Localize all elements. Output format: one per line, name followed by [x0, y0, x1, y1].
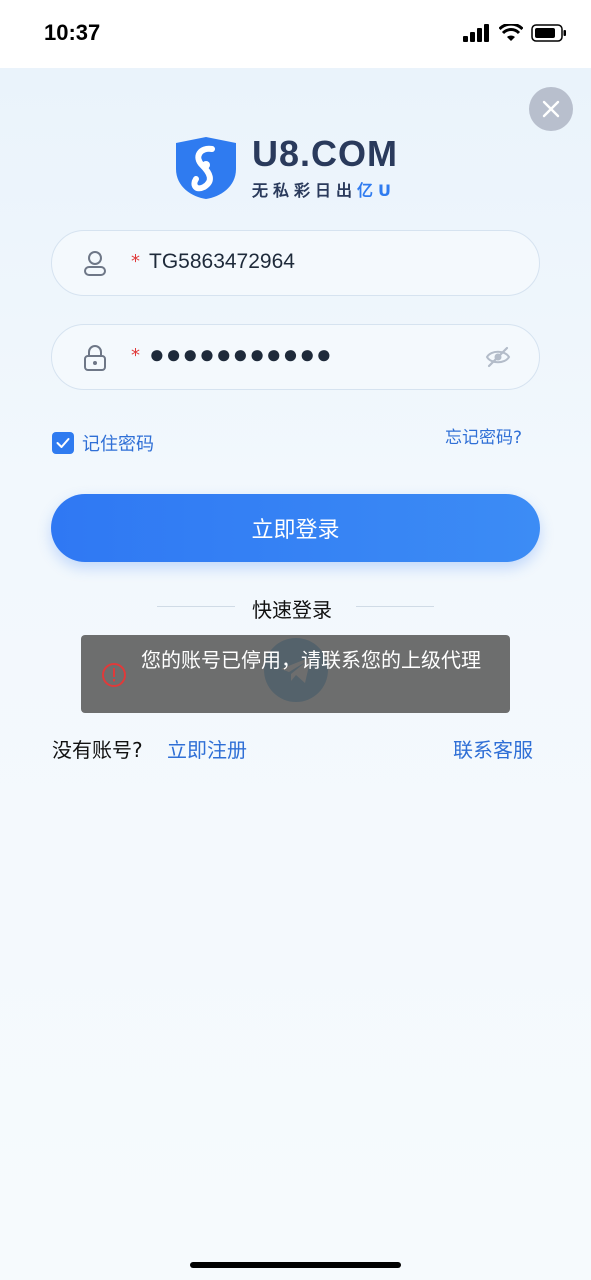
- error-toast: 您的账号已停用，请联系您的上级代理: [81, 635, 510, 713]
- brand-tagline-main: 无私彩日出: [252, 181, 358, 200]
- register-link[interactable]: 立即注册: [167, 734, 247, 763]
- brand-logo: U8.COM 无私彩日出亿U: [172, 133, 422, 203]
- wifi-icon: [499, 24, 523, 41]
- password-value: ●●●●●●●●●●●: [149, 339, 333, 369]
- lock-icon: [84, 345, 106, 371]
- required-mark: *: [131, 251, 140, 272]
- status-bar: 10:37: [0, 0, 591, 68]
- status-time: 10:37: [44, 20, 101, 45]
- status-icons: [463, 24, 567, 42]
- brand-name: U8.COM: [252, 133, 399, 174]
- alert-circle-icon: [102, 663, 126, 687]
- user-icon: [84, 251, 106, 276]
- remember-password[interactable]: 记住密码: [52, 430, 154, 456]
- checkmark-icon: [56, 438, 70, 448]
- quick-login-label: 快速登录: [252, 598, 332, 622]
- brand-tagline-accent: 亿U: [357, 181, 397, 200]
- close-button[interactable]: [529, 87, 573, 131]
- brand-tagline: 无私彩日出亿U: [252, 177, 396, 201]
- brand-shield-icon: [176, 137, 236, 199]
- required-mark: *: [131, 345, 140, 366]
- no-account-text: 没有账号?: [52, 738, 143, 762]
- login-button[interactable]: 立即登录: [51, 494, 540, 562]
- divider-line-left: [157, 606, 235, 607]
- username-field[interactable]: * TG5863472964: [51, 230, 540, 296]
- login-button-label: 立即登录: [251, 518, 340, 543]
- remember-checkbox[interactable]: [52, 432, 74, 454]
- home-indicator: [190, 1262, 401, 1268]
- battery-icon: [531, 24, 566, 42]
- divider-line-right: [356, 606, 434, 607]
- forgot-password-link[interactable]: 忘记密码?: [445, 423, 522, 448]
- remember-label: 记住密码: [82, 434, 154, 455]
- signal-icon: [463, 24, 489, 42]
- close-icon: [542, 100, 560, 118]
- password-field[interactable]: * ●●●●●●●●●●●: [51, 324, 540, 390]
- customer-service-link[interactable]: 联系客服: [453, 734, 533, 763]
- quick-login-divider: 快速登录: [157, 594, 434, 622]
- toast-message: 您的账号已停用，请联系您的上级代理: [141, 648, 481, 672]
- username-value: TG5863472964: [149, 250, 295, 273]
- eye-off-icon[interactable]: [485, 346, 511, 368]
